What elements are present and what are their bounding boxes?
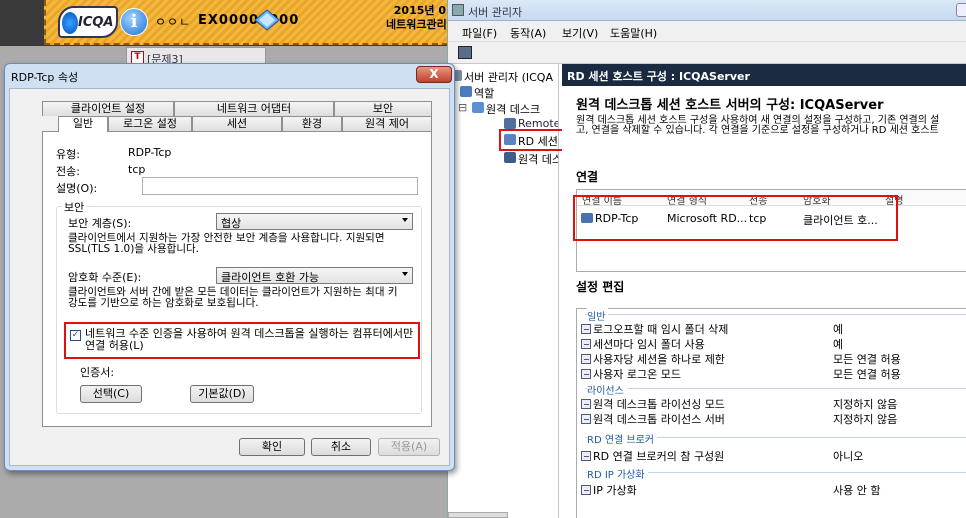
ok-button[interactable]: 확인	[239, 438, 305, 456]
highlight-nla	[64, 322, 420, 359]
setting-value: 예	[833, 338, 844, 351]
tab-general[interactable]: 일반	[58, 116, 108, 132]
setting-row[interactable]: 원격 데스크톱 라이선싱 모드	[581, 396, 725, 412]
setting-icon	[581, 324, 591, 334]
type-value: RDP-Tcp	[128, 146, 172, 159]
tab-environment[interactable]: 환경	[282, 116, 342, 131]
tree-remote-desktop[interactable]: 원격 데스크	[486, 101, 540, 117]
pane-header: RD 세션 호스트 구성 : ICQAServer	[562, 64, 966, 86]
setting-value: 지정하지 않음	[833, 413, 898, 426]
group-license: 라이선스	[587, 382, 627, 397]
description-input[interactable]	[142, 177, 418, 195]
select-button[interactable]: 선택(C)	[80, 385, 142, 403]
menu-bar: 파일(F) 동작(A) 보기(V) 도움말(H)	[448, 21, 966, 42]
exam-number: EX00000000	[198, 13, 300, 28]
setting-row[interactable]: 원격 데스크톱 라이선스 서버	[581, 411, 725, 427]
page-heading: 원격 데스크톱 세션 호스트 서버의 구성: ICQAServer	[576, 98, 884, 113]
setting-icon	[581, 354, 591, 364]
setting-row[interactable]: IP 가상화	[581, 482, 637, 498]
tab-session[interactable]: 세션	[192, 116, 282, 131]
setting-row[interactable]: RD 연결 브로커의 참 구성원	[581, 448, 724, 464]
description-label: 설명(O):	[56, 182, 98, 195]
setting-icon	[581, 339, 591, 349]
security-layer-label: 보안 계층(S):	[68, 217, 132, 230]
exam-banner: ICQA i ㅇㅇㄴ EX00000000 2015년 0 네트워크관리	[0, 0, 448, 46]
chevron-down-icon	[402, 218, 408, 222]
security-layer-help: 클라이언트에서 지원하는 가장 안전한 보안 계층을 사용합니다. 지원되면 S…	[68, 232, 385, 255]
tab-remote-control[interactable]: 원격 제어	[342, 116, 432, 131]
content-pane: RD 세션 호스트 구성 : ICQAServer 원격 데스크톱 세션 호스트…	[562, 64, 966, 518]
menu-view[interactable]: 보기(V)	[562, 25, 598, 41]
setting-value: 사용 안 함	[833, 484, 881, 497]
minimize-button[interactable]	[956, 3, 966, 17]
highlight-rd-session	[499, 129, 567, 151]
edit-settings-list: 일반 로그오프할 때 임시 폴더 삭제 예 세션마다 임시 폴더 사용 예 사용…	[576, 308, 966, 518]
setting-row[interactable]: 사용자 로그온 모드	[581, 366, 681, 382]
horizontal-scrollbar[interactable]	[448, 512, 508, 518]
security-layer-select[interactable]: 협상	[216, 213, 413, 230]
setting-icon	[581, 414, 591, 424]
tree-roles[interactable]: 역할	[474, 85, 494, 101]
expand-icon[interactable]: ⊟	[458, 101, 467, 114]
tab-client-settings[interactable]: 클라이언트 설정	[42, 101, 174, 116]
group-broker: RD 연결 브로커	[587, 431, 658, 446]
tab-logon-settings[interactable]: 로그온 설정	[108, 116, 192, 131]
console-tree-icon[interactable]	[458, 46, 472, 59]
setting-value: 아니오	[833, 450, 864, 463]
setting-row[interactable]: 로그오프할 때 임시 폴더 삭제	[581, 321, 728, 337]
remote-desktop-icon	[472, 102, 484, 113]
sm-title: 서버 관리자	[468, 6, 523, 19]
setting-row[interactable]: 사용자당 세션을 하나로 제한	[581, 351, 725, 367]
cancel-button[interactable]: 취소	[311, 438, 371, 456]
close-button[interactable]: X	[416, 66, 452, 83]
chevron-down-icon	[402, 272, 408, 276]
roles-icon	[460, 86, 472, 97]
transport-value: tcp	[128, 163, 146, 176]
setting-icon	[581, 485, 591, 495]
encryption-select[interactable]: 클라이언트 호환 가능	[216, 267, 413, 284]
apply-button[interactable]: 적용(A)	[378, 438, 440, 456]
setting-icon	[581, 369, 591, 379]
edit-settings-title: 설정 편집	[576, 280, 625, 294]
setting-value: 지정하지 않음	[833, 398, 898, 411]
remoteapp-icon	[504, 118, 516, 129]
transport-label: 전송:	[56, 165, 80, 178]
tab-security[interactable]: 보안	[334, 101, 432, 116]
certificate-label: 인증서:	[80, 366, 115, 379]
tab-network-adapter[interactable]: 네트워크 어댑터	[174, 101, 334, 116]
setting-row[interactable]: 세션마다 임시 폴더 사용	[581, 336, 705, 352]
menu-file[interactable]: 파일(F)	[462, 25, 497, 41]
security-group-title: 보안	[62, 199, 87, 215]
toolbar	[448, 42, 966, 64]
group-ipvirt: RD IP 가상화	[587, 466, 648, 481]
examinee-name: ㅇㅇㄴ	[155, 15, 192, 29]
sm-titlebar: 서버 관리자	[448, 0, 966, 21]
setting-value: 모든 연결 허용	[833, 353, 901, 366]
icqa-logo: ICQA	[58, 6, 118, 38]
dialog-title: RDP-Tcp 속성	[11, 71, 79, 84]
type-label: 유형:	[56, 148, 80, 161]
highlight-connection	[573, 195, 898, 241]
tree-rd-manager[interactable]: 원격 데스	[518, 151, 558, 167]
connections-title: 연결	[576, 170, 599, 184]
server-manager-icon	[452, 4, 464, 16]
diamond-icon	[254, 9, 280, 31]
encryption-help: 클라이언트와 서버 간에 받은 모든 데이터는 클라이언트가 지원하는 최대 키…	[68, 286, 398, 309]
info-icon: i	[120, 8, 148, 36]
menu-action[interactable]: 동작(A)	[510, 25, 546, 41]
page-description: 원격 데스크톱 세션 호스트 구성을 사용하여 새 연결의 설정을 구성하고, …	[576, 115, 940, 136]
server-manager-window: 서버 관리자 파일(F) 동작(A) 보기(V) 도움말(H) 서버 관리자 (…	[447, 0, 966, 518]
exam-title: 2015년 0 네트워크관리	[386, 4, 446, 31]
rd-manager-icon	[504, 152, 516, 163]
setting-value: 모든 연결 허용	[833, 368, 901, 381]
encryption-label: 암호화 수준(E):	[68, 271, 142, 284]
setting-icon	[581, 451, 591, 461]
setting-value: 예	[833, 323, 844, 336]
menu-help[interactable]: 도움말(H)	[610, 25, 657, 41]
default-button[interactable]: 기본값(D)	[190, 385, 254, 403]
tree-server-manager[interactable]: 서버 관리자 (ICQA	[464, 69, 553, 85]
setting-icon	[581, 399, 591, 409]
